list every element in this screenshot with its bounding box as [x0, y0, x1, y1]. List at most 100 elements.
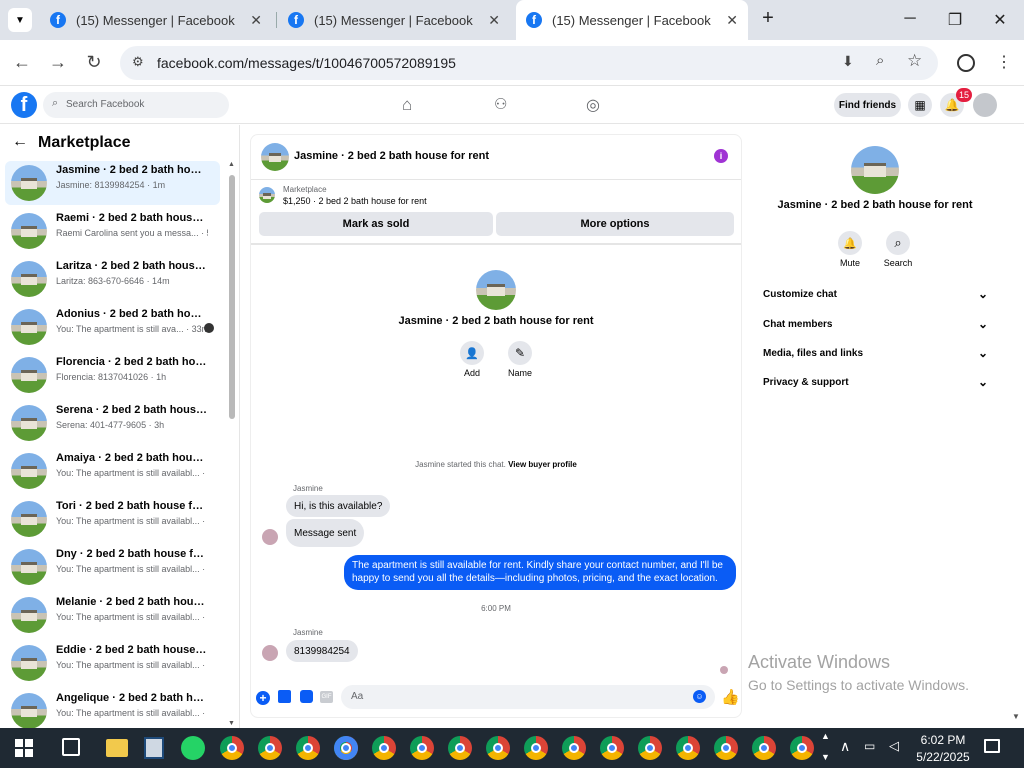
media-files-links-section[interactable]: Media, files and links ⌄: [763, 346, 988, 360]
install-app-icon[interactable]: ⬇: [842, 53, 854, 70]
like-icon[interactable]: 👍: [721, 688, 740, 706]
profile-icon[interactable]: [957, 54, 975, 72]
home-icon[interactable]: ⌂: [402, 95, 412, 115]
task-view-icon[interactable]: [62, 738, 80, 756]
find-friends-button[interactable]: Find friends: [834, 93, 901, 117]
scrollbar-thumb[interactable]: [229, 175, 235, 419]
chrome-icon[interactable]: [600, 736, 624, 760]
view-buyer-profile-link[interactable]: View buyer profile: [508, 460, 577, 469]
scroll-up-icon[interactable]: ▲: [821, 731, 830, 741]
chrome-icon[interactable]: [220, 736, 244, 760]
mark-as-sold-button[interactable]: Mark as sold: [259, 212, 493, 236]
conversation-item[interactable]: Raemi · 2 bed 2 bath house for ... Raemi …: [5, 209, 220, 253]
bookmark-star-icon[interactable]: ☆: [907, 51, 922, 71]
browser-tab-1[interactable]: f (15) Messenger | Facebook ✕: [40, 0, 272, 40]
conversation-item[interactable]: Florencia · 2 bed 2 bath house ... Floren…: [5, 353, 220, 397]
listing-price[interactable]: $1,250 · 2 bed 2 bath house for rent: [283, 196, 427, 206]
close-tab-icon[interactable]: ✕: [488, 12, 500, 29]
sticker-icon[interactable]: [300, 690, 313, 703]
emoji-icon[interactable]: ☺: [693, 690, 706, 703]
conversation-item[interactable]: Amaiya · 2 bed 2 bath house fo... You: Th…: [5, 449, 220, 493]
scrollbar[interactable]: ▲ ▼: [228, 161, 236, 727]
tab-list-dropdown-button[interactable]: ▼: [8, 8, 32, 32]
browser-menu-icon[interactable]: ⋮: [996, 52, 1012, 72]
mute-button[interactable]: 🔔: [838, 231, 862, 255]
outgoing-message[interactable]: The apartment is still available for ren…: [344, 555, 736, 590]
chat-header-avatar[interactable]: [261, 143, 289, 171]
groups-icon[interactable]: ◎: [586, 95, 600, 115]
site-settings-icon[interactable]: ⚙: [132, 54, 144, 70]
friends-icon[interactable]: ⚇: [494, 95, 507, 113]
conversation-item[interactable]: Tori · 2 bed 2 bath house for rent You: T…: [5, 497, 220, 541]
back-icon[interactable]: ←: [11, 52, 33, 73]
scroll-down-icon[interactable]: ▼: [821, 752, 830, 762]
conversation-item[interactable]: Serena · 2 bed 2 bath house for... Serena…: [5, 401, 220, 445]
clock-time[interactable]: 6:02 PM: [912, 733, 974, 747]
close-window-button[interactable]: ✕: [990, 10, 1010, 30]
network-icon[interactable]: ▭: [864, 739, 875, 753]
back-arrow-icon[interactable]: ←: [12, 133, 28, 151]
chrome-icon[interactable]: [258, 736, 282, 760]
chrome-icon[interactable]: [334, 736, 358, 760]
file-explorer-icon[interactable]: [106, 739, 128, 757]
conversation-item[interactable]: Eddie · 2 bed 2 bath house for ... You: T…: [5, 641, 220, 685]
customize-chat-section[interactable]: Customize chat ⌄: [763, 287, 988, 301]
search-input[interactable]: ⌕ Search Facebook: [43, 92, 229, 118]
chrome-icon[interactable]: [296, 736, 320, 760]
listing-thumbnail[interactable]: [259, 187, 275, 203]
restore-button[interactable]: ❐: [945, 10, 965, 30]
account-avatar[interactable]: [973, 93, 997, 117]
chrome-icon[interactable]: [486, 736, 510, 760]
forward-icon[interactable]: →: [47, 52, 69, 73]
chrome-icon[interactable]: [372, 736, 396, 760]
chrome-icon[interactable]: [752, 736, 776, 760]
chrome-icon[interactable]: [410, 736, 434, 760]
menu-grid-icon[interactable]: ▦: [908, 93, 932, 117]
close-tab-icon[interactable]: ✕: [726, 12, 738, 29]
sender-avatar[interactable]: [262, 645, 278, 661]
chrome-icon[interactable]: [562, 736, 586, 760]
minimize-button[interactable]: ─: [900, 10, 920, 28]
conversation-item[interactable]: Dny · 2 bed 2 bath house for rent You: Th…: [5, 545, 220, 589]
app-icon[interactable]: [144, 737, 164, 759]
conversation-item[interactable]: Adonius · 2 bed 2 bath hous... You: The a…: [5, 305, 220, 349]
address-bar[interactable]: ⚙ facebook.com/messages/t/10046700572089…: [120, 46, 938, 80]
chat-members-section[interactable]: Chat members ⌄: [763, 317, 988, 331]
details-avatar[interactable]: [851, 146, 899, 194]
add-people-button[interactable]: 👤: [460, 341, 484, 365]
zoom-icon[interactable]: ⌕: [876, 52, 884, 69]
url-text[interactable]: facebook.com/messages/t/1004670057208919…: [157, 55, 456, 71]
volume-icon[interactable]: ◁: [889, 738, 899, 754]
search-in-chat-button[interactable]: ⌕: [886, 231, 910, 255]
privacy-support-section[interactable]: Privacy & support ⌄: [763, 375, 988, 389]
incoming-message[interactable]: 8139984254: [286, 640, 358, 662]
info-icon[interactable]: i: [714, 149, 728, 163]
incoming-message[interactable]: Hi, is this available?: [286, 495, 391, 517]
browser-tab-3-active[interactable]: f (15) Messenger | Facebook ✕: [516, 0, 748, 40]
chrome-icon[interactable]: [790, 736, 814, 760]
chrome-icon[interactable]: [676, 736, 700, 760]
facebook-logo-icon[interactable]: f: [11, 92, 37, 118]
show-hidden-icons[interactable]: ∧: [840, 738, 850, 755]
page-scroll-down-arrow[interactable]: ▼: [1012, 712, 1020, 721]
close-tab-icon[interactable]: ✕: [250, 12, 262, 29]
chrome-icon[interactable]: [714, 736, 738, 760]
reload-icon[interactable]: ↻: [83, 52, 105, 73]
new-tab-button[interactable]: +: [758, 7, 778, 30]
conversation-item[interactable]: Angelique · 2 bed 2 bath house... You: Th…: [5, 689, 220, 733]
whatsapp-icon[interactable]: [181, 736, 205, 760]
conversation-item[interactable]: Melanie · 2 bed 2 bath house f... You: Th…: [5, 593, 220, 637]
gif-icon[interactable]: GIF: [320, 691, 333, 703]
notification-center-icon[interactable]: [984, 739, 1000, 753]
more-options-button[interactable]: More options: [496, 212, 734, 236]
more-actions-icon[interactable]: +: [256, 691, 270, 705]
conversation-item[interactable]: Jasmine · 2 bed 2 bath house f... Jasmine…: [5, 161, 220, 205]
chrome-icon[interactable]: [638, 736, 662, 760]
message-composer-input[interactable]: Aa ☺: [341, 685, 715, 709]
browser-tab-2[interactable]: f (15) Messenger | Facebook ✕: [278, 0, 510, 40]
edit-name-button[interactable]: ✎: [508, 341, 532, 365]
chrome-icon[interactable]: [524, 736, 548, 760]
chrome-icon[interactable]: [448, 736, 472, 760]
windows-start-icon[interactable]: [15, 739, 33, 757]
conversation-item[interactable]: Laritza · 2 bed 2 bath house for... Larit…: [5, 257, 220, 301]
